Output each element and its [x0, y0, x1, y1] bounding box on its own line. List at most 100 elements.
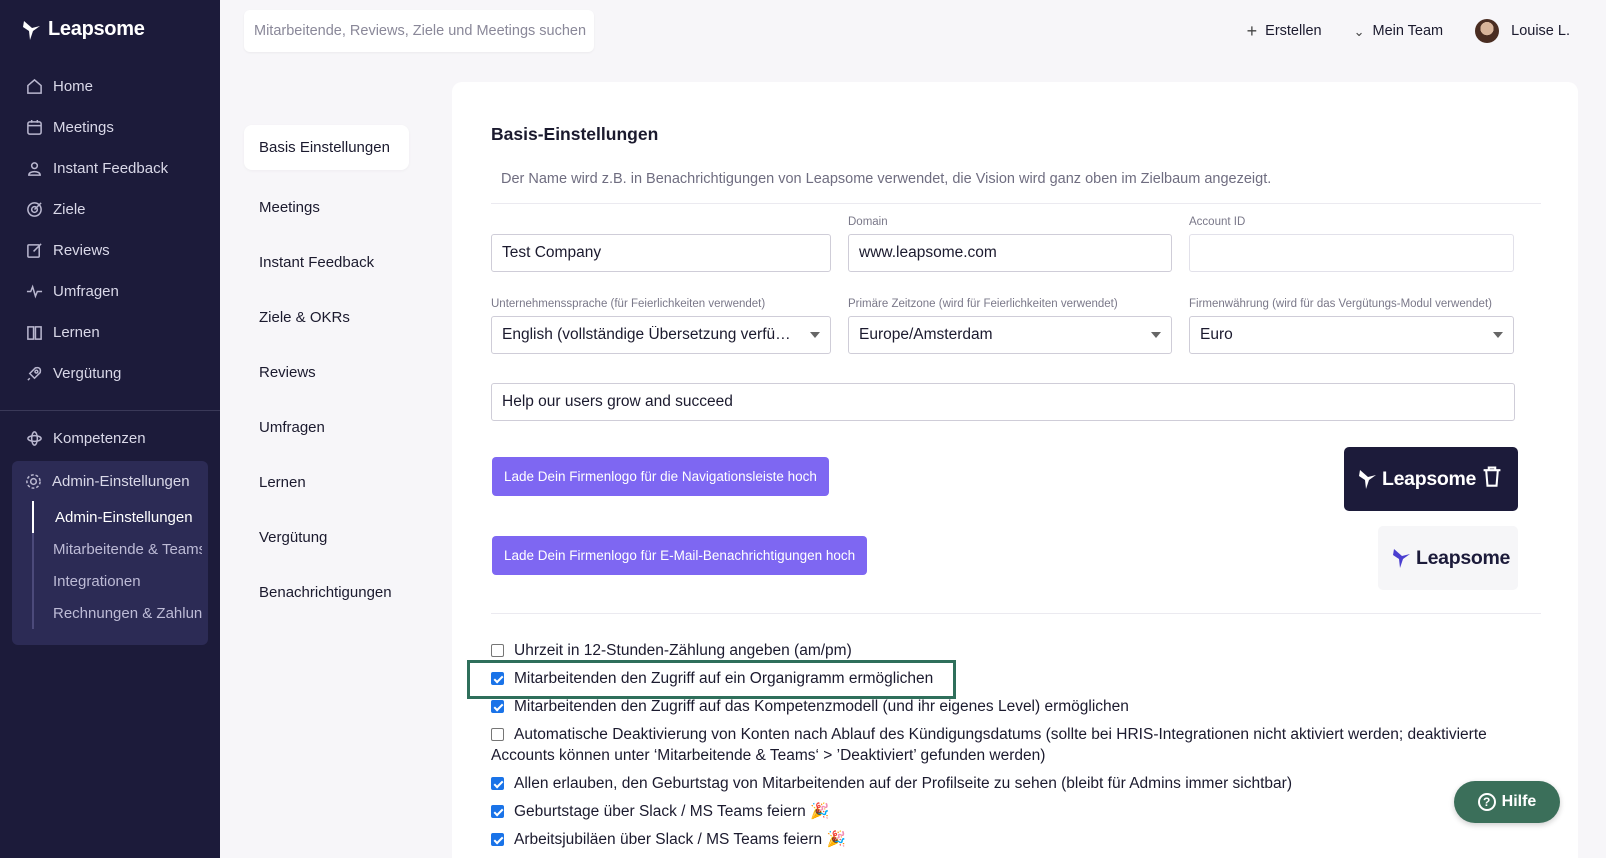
- domain-field[interactable]: www.leapsome.com: [848, 234, 1172, 272]
- option-label: Allen erlauben, den Geburtstag von Mitar…: [514, 775, 1292, 792]
- sidebar-divider: [0, 410, 220, 411]
- brand-logo[interactable]: Leapsome: [22, 18, 145, 41]
- sidebar-item-kompetenzen[interactable]: Kompetenzen: [0, 418, 220, 459]
- language-select[interactable]: English (vollständige Übersetzung verfüg…: [491, 316, 831, 354]
- sidebar-item-umfragen[interactable]: Umfragen: [0, 271, 220, 312]
- sidebar-item-label: Kompetenzen: [53, 430, 146, 447]
- user-name[interactable]: Louise L.: [1511, 23, 1570, 39]
- settings-nav-basis[interactable]: Basis Einstellungen: [244, 125, 409, 170]
- sidebar-item-lernen[interactable]: Lernen: [0, 312, 220, 353]
- checkbox[interactable]: [491, 700, 504, 713]
- company-name-field[interactable]: Test Company: [491, 234, 831, 272]
- settings-nav-okrs[interactable]: Ziele & OKRs: [244, 290, 409, 345]
- upload-email-logo-button[interactable]: Lade Dein Firmenlogo für E-Mail-Benachri…: [492, 536, 868, 575]
- email-logo-preview: Leapsome: [1378, 526, 1518, 590]
- upload-nav-logo-button[interactable]: Lade Dein Firmenlogo für die Navigations…: [492, 457, 829, 496]
- main-nav: Home Meetings Instant Feedback Ziele Rev…: [0, 66, 220, 394]
- leapsome-bird-icon: [23, 20, 40, 40]
- settings-nav-umfragen[interactable]: Umfragen: [244, 400, 409, 455]
- option-label: Geburtstage über Slack / MS Teams feiern…: [514, 803, 830, 820]
- secondary-nav: Kompetenzen: [0, 418, 220, 459]
- sidebar-item-label: Umfragen: [53, 283, 119, 300]
- my-team-dropdown[interactable]: ⌄ Mein Team: [1354, 23, 1444, 39]
- calendar-icon: [25, 119, 43, 137]
- sidebar-item-ziele[interactable]: Ziele: [0, 189, 220, 230]
- domain-label: Domain: [848, 216, 888, 228]
- trash-icon[interactable]: [1482, 465, 1502, 487]
- help-button[interactable]: ? Hilfe: [1454, 781, 1560, 823]
- option-anniversary-slack[interactable]: Arbeitsjubiläen über Slack / MS Teams fe…: [491, 829, 1551, 850]
- admin-sub-item-billing[interactable]: Rechnungen & Zahlungen: [34, 597, 202, 629]
- admin-sub-item-employees[interactable]: Mitarbeitende & Teams: [34, 533, 202, 565]
- chevron-down-icon: ⌄: [1353, 23, 1365, 39]
- checkbox[interactable]: [491, 644, 504, 657]
- option-label: Arbeitsjubiläen über Slack / MS Teams fe…: [514, 831, 846, 848]
- book-icon: [25, 324, 43, 342]
- sidebar-item-label: Instant Feedback: [53, 160, 169, 177]
- timezone-select[interactable]: Europe/Amsterdam: [848, 316, 1172, 354]
- page-description: Der Name wird z.B. in Benachrichtigungen…: [501, 171, 1272, 187]
- option-12h-clock[interactable]: Uhrzeit in 12-Stunden-Zählung angeben (a…: [491, 640, 1551, 661]
- sidebar-item-home[interactable]: Home: [0, 66, 220, 107]
- rocket-icon: [25, 365, 43, 383]
- account-id-field: [1189, 234, 1514, 272]
- sidebar-item-reviews[interactable]: Reviews: [0, 230, 220, 271]
- brand-name: Leapsome: [48, 18, 145, 40]
- admin-sub-item-settings[interactable]: Admin-Einstellungen: [32, 501, 202, 533]
- section-divider: [491, 203, 1541, 204]
- sidebar-item-label: Home: [53, 78, 94, 95]
- checkbox[interactable]: [491, 728, 504, 741]
- question-icon: ?: [1477, 793, 1496, 811]
- create-button[interactable]: + Erstellen: [1247, 22, 1322, 40]
- sidebar-item-label: Ziele: [53, 201, 86, 218]
- sidebar-item-label: Meetings: [53, 119, 114, 136]
- option-label: Uhrzeit in 12-Stunden-Zählung angeben (a…: [514, 642, 852, 659]
- admin-section: Admin-Einstellungen Admin-Einstellungen …: [12, 461, 208, 645]
- feedback-icon: [25, 160, 43, 178]
- settings-nav-reviews[interactable]: Reviews: [244, 345, 409, 400]
- account-id-label: Account ID: [1189, 216, 1246, 228]
- option-auto-deactivation[interactable]: Automatische Deaktivierung von Konten na…: [491, 724, 1551, 766]
- sidebar-item-label: Vergütung: [53, 365, 122, 382]
- settings-nav-instant-feedback[interactable]: Instant Feedback: [244, 235, 409, 290]
- checkbox[interactable]: [491, 805, 504, 818]
- sidebar-item-meetings[interactable]: Meetings: [0, 107, 220, 148]
- timezone-value: Europe/Amsterdam: [859, 326, 993, 343]
- checkbox[interactable]: [491, 777, 504, 790]
- atom-icon: [25, 430, 43, 448]
- currency-label: Firmenwährung (wird für das Vergütungs-M…: [1189, 298, 1492, 310]
- settings-nav: Basis Einstellungen Meetings Instant Fee…: [244, 125, 409, 620]
- sidebar: Leapsome Home Meetings Instant Feedback …: [0, 0, 220, 858]
- sidebar-item-label: Lernen: [53, 324, 100, 341]
- gear-icon: [25, 473, 42, 490]
- vision-field[interactable]: Help our users grow and succeed: [491, 383, 1515, 421]
- language-value: English (vollständige Übersetzung verfüg…: [502, 326, 812, 343]
- option-competency-model[interactable]: Mitarbeitenden den Zugriff auf das Kompe…: [491, 696, 1551, 717]
- currency-select[interactable]: Euro: [1189, 316, 1514, 354]
- currency-value: Euro: [1200, 326, 1233, 343]
- search-box: [244, 10, 594, 52]
- checkbox[interactable]: [491, 833, 504, 846]
- settings-nav-meetings[interactable]: Meetings: [244, 180, 409, 235]
- highlight-box: [467, 660, 956, 699]
- caret-down-icon: [1493, 332, 1503, 338]
- pulse-icon: [25, 283, 43, 301]
- settings-nav-lernen[interactable]: Lernen: [244, 455, 409, 510]
- avatar[interactable]: [1475, 19, 1500, 43]
- option-birthday-visible[interactable]: Allen erlauben, den Geburtstag von Mitar…: [491, 773, 1551, 794]
- sidebar-item-label: Admin-Einstellungen: [52, 472, 190, 490]
- email-logo-text: Leapsome: [1416, 546, 1511, 569]
- leapsome-bird-icon: [1359, 470, 1376, 489]
- search-input[interactable]: [254, 23, 594, 39]
- settings-nav-benachrichtigungen[interactable]: Benachrichtigungen: [244, 565, 409, 620]
- option-birthday-slack[interactable]: Geburtstage über Slack / MS Teams feiern…: [491, 801, 1551, 822]
- sidebar-item-verguetung[interactable]: Vergütung: [0, 353, 220, 394]
- nav-logo-text: Leapsome: [1382, 467, 1477, 490]
- sidebar-item-instant-feedback[interactable]: Instant Feedback: [0, 148, 220, 189]
- admin-sub-item-integrations[interactable]: Integrationen: [34, 565, 202, 597]
- language-label: Unternehmenssprache (für Feierlichkeiten…: [491, 298, 766, 310]
- sidebar-item-admin[interactable]: Admin-Einstellungen: [25, 461, 190, 501]
- caret-down-icon: [810, 332, 820, 338]
- settings-nav-verguetung[interactable]: Vergütung: [244, 510, 409, 565]
- option-label: Mitarbeitenden den Zugriff auf das Kompe…: [514, 698, 1129, 715]
